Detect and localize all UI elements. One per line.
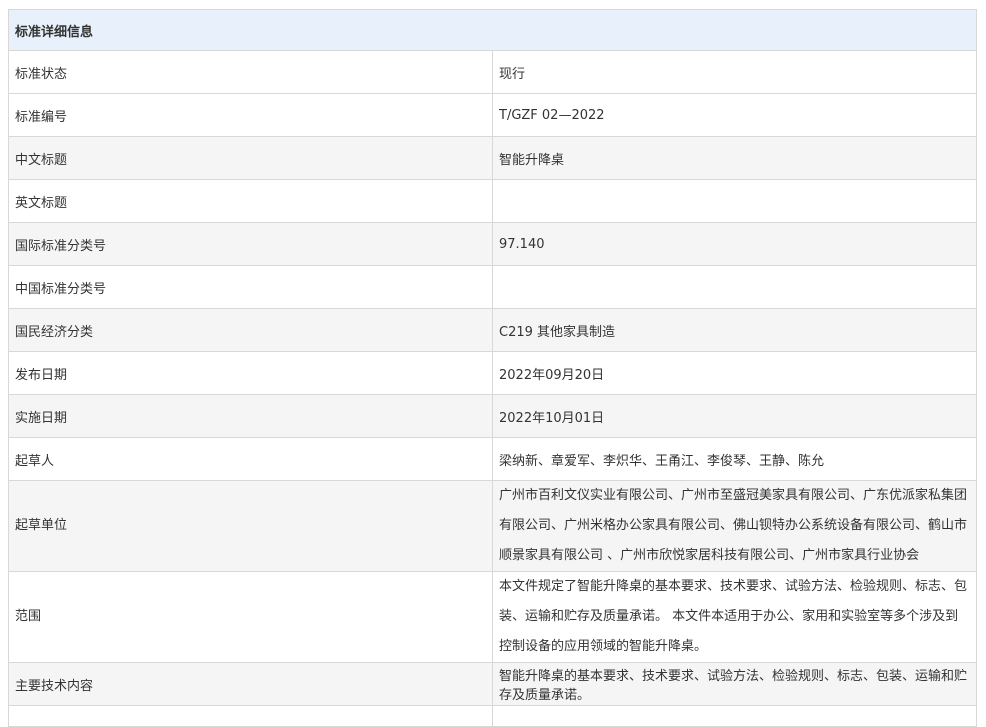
status-label: 标准状态 — [8, 50, 493, 94]
table-row: 标准状态 现行 — [8, 50, 977, 94]
main-content-label: 主要技术内容 — [8, 662, 493, 706]
table-row: 中文标题 智能升降桌 — [8, 136, 977, 180]
standard-detail-table: 标准详细信息 标准状态 现行 标准编号 T/GZF 02—2022 中文标题 智… — [8, 9, 977, 727]
empty-cell — [8, 705, 493, 727]
ics-code-label: 国际标准分类号 — [8, 222, 493, 266]
english-title-label: 英文标题 — [8, 179, 493, 223]
table-row: 国际标准分类号 97.140 — [8, 222, 977, 266]
ccs-code-label: 中国标准分类号 — [8, 265, 493, 309]
table-row: 标准编号 T/GZF 02—2022 — [8, 93, 977, 137]
main-content-value: 智能升降桌的基本要求、技术要求、试验方法、检验规则、标志、包装、运输和贮存及质量… — [492, 662, 977, 706]
chinese-title-value: 智能升降桌 — [492, 136, 977, 180]
publish-date-value: 2022年09月20日 — [492, 351, 977, 395]
table-header: 标准详细信息 — [8, 9, 977, 51]
drafters-value: 梁纳新、章爱军、李炽华、王甬江、李俊琴、王静、陈允 — [492, 437, 977, 481]
ccs-code-value — [492, 265, 977, 309]
table-row: 主要技术内容 智能升降桌的基本要求、技术要求、试验方法、检验规则、标志、包装、运… — [8, 662, 977, 706]
drafters-label: 起草人 — [8, 437, 493, 481]
empty-cell — [492, 705, 977, 727]
english-title-value — [492, 179, 977, 223]
publish-date-label: 发布日期 — [8, 351, 493, 395]
standard-detail-panel: 标准详细信息 标准状态 现行 标准编号 T/GZF 02—2022 中文标题 智… — [8, 9, 977, 727]
table-row: 范围 本文件规定了智能升降桌的基本要求、技术要求、试验方法、检验规则、标志、包装… — [8, 571, 977, 663]
economic-class-label: 国民经济分类 — [8, 308, 493, 352]
table-row — [8, 705, 977, 727]
table-row: 实施日期 2022年10月01日 — [8, 394, 977, 438]
ics-code-value: 97.140 — [492, 222, 977, 266]
effective-date-label: 实施日期 — [8, 394, 493, 438]
scope-label: 范围 — [8, 571, 493, 663]
effective-date-value: 2022年10月01日 — [492, 394, 977, 438]
standard-number-label: 标准编号 — [8, 93, 493, 137]
table-row: 中国标准分类号 — [8, 265, 977, 309]
chinese-title-label: 中文标题 — [8, 136, 493, 180]
table-row: 英文标题 — [8, 179, 977, 223]
scope-value: 本文件规定了智能升降桌的基本要求、技术要求、试验方法、检验规则、标志、包装、运输… — [492, 571, 977, 663]
economic-class-value: C219 其他家具制造 — [492, 308, 977, 352]
table-row: 起草单位 广州市百利文仪实业有限公司、广州市至盛冠美家具有限公司、广东优派家私集… — [8, 480, 977, 572]
standard-number-value: T/GZF 02—2022 — [492, 93, 977, 137]
table-row: 国民经济分类 C219 其他家具制造 — [8, 308, 977, 352]
status-value: 现行 — [492, 50, 977, 94]
drafting-units-value: 广州市百利文仪实业有限公司、广州市至盛冠美家具有限公司、广东优派家私集团有限公司… — [492, 480, 977, 572]
table-row: 发布日期 2022年09月20日 — [8, 351, 977, 395]
drafting-units-label: 起草单位 — [8, 480, 493, 572]
table-row: 起草人 梁纳新、章爱军、李炽华、王甬江、李俊琴、王静、陈允 — [8, 437, 977, 481]
